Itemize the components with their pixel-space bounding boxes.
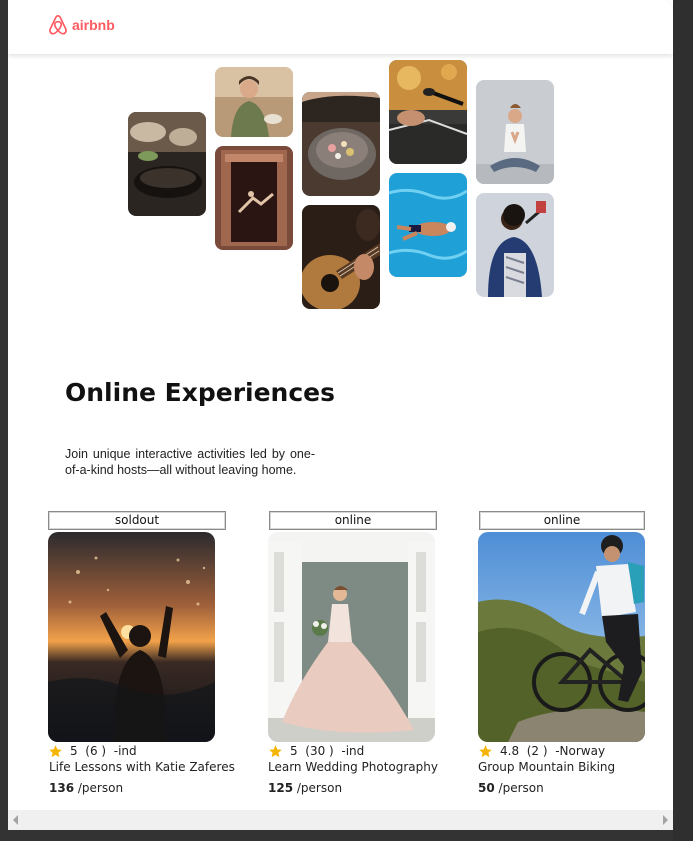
rating-row: 4.8 (2 ) -Norway (478, 743, 605, 759)
swimmer-sunset-photo[interactable] (48, 532, 215, 742)
singer-microphone-photo (389, 60, 467, 164)
price-row: 136 /person (49, 781, 123, 795)
rating-value: 5 (290, 744, 298, 758)
price-unit: /person (77, 781, 124, 795)
bride-dress-photo[interactable] (268, 532, 435, 742)
horizontal-scrollbar[interactable] (8, 810, 673, 830)
chef-woman-photo (215, 67, 293, 137)
hero-photo-grid (8, 54, 673, 334)
airbnb-logo-link[interactable]: airbnb (47, 14, 115, 36)
rating-row: 5 (30 ) -ind (268, 743, 364, 759)
scroll-left-icon[interactable] (12, 815, 20, 825)
food-bowl-photo (302, 92, 380, 196)
price-row: 125 /person (268, 781, 342, 795)
status-badge: online (479, 511, 645, 530)
price-row: 50 /person (478, 781, 544, 795)
experience-title[interactable]: Life Lessons with Katie Zaferes (49, 760, 235, 774)
experience-title[interactable]: Group Mountain Biking (478, 760, 615, 774)
dancer-doorway-photo (215, 146, 293, 250)
price-unit: /person (296, 781, 343, 795)
status-badge: soldout (48, 511, 226, 530)
window-edge (673, 0, 693, 841)
page-title: Online Experiences (65, 378, 336, 407)
airbnb-logo-icon (49, 15, 67, 35)
guitar-photo (302, 205, 380, 309)
star-icon (269, 744, 282, 757)
page-description: Join unique interactive activities led b… (65, 447, 315, 477)
price-unit: /person (498, 781, 544, 795)
price-value: 50 (478, 781, 495, 795)
price-value: 136 (49, 781, 75, 795)
yoga-woman-photo (476, 80, 554, 184)
scrollbar-thumb[interactable] (26, 812, 655, 827)
star-icon (479, 744, 492, 757)
location-text: -ind (113, 744, 137, 758)
review-count: (6 ) (85, 744, 107, 758)
scroll-right-icon[interactable] (661, 815, 669, 825)
status-badge: online (269, 511, 437, 530)
rating-value: 5 (70, 744, 78, 758)
rating-value: 4.8 (500, 744, 520, 758)
location-text: -ind (341, 744, 365, 758)
rating-row: 5 (6 ) -ind (48, 743, 137, 759)
swimmer-pool-photo (389, 173, 467, 277)
review-count: (2 ) (526, 744, 548, 758)
price-value: 125 (268, 781, 294, 795)
location-text: -Norway (555, 744, 606, 758)
navbar: airbnb (8, 0, 673, 54)
brand-name: airbnb (72, 17, 115, 33)
mountain-biker-photo[interactable] (478, 532, 645, 742)
singer-man-photo (476, 193, 554, 297)
experience-title[interactable]: Learn Wedding Photography (268, 760, 438, 774)
star-icon (49, 744, 62, 757)
cooking-pan-photo (128, 112, 206, 216)
browser-viewport: airbnb Online Experiences Join unique in… (8, 0, 673, 828)
review-count: (30 ) (305, 744, 334, 758)
